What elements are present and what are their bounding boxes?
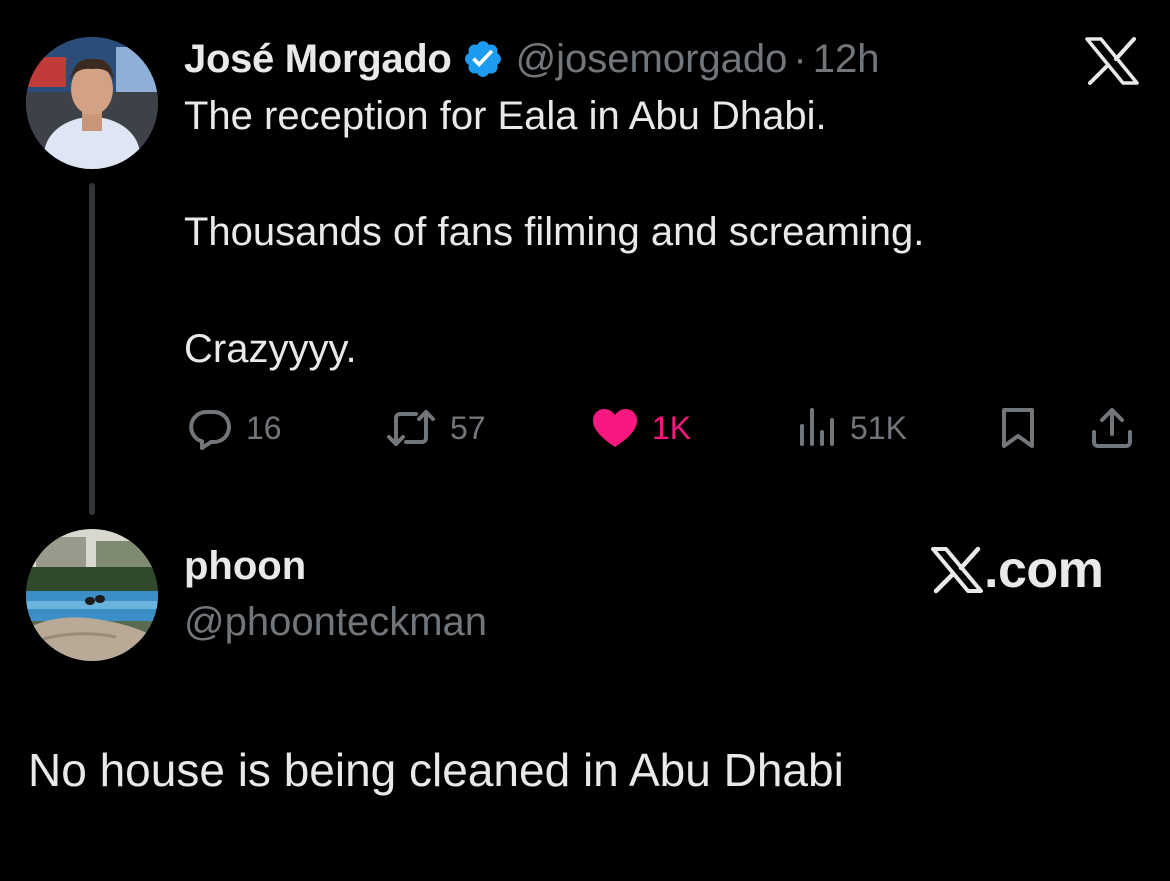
bookmark-icon (998, 404, 1038, 452)
retweet-button[interactable]: 57 (384, 404, 486, 452)
share-button[interactable] (1088, 404, 1136, 452)
verified-badge-icon (462, 38, 504, 80)
author-avatar-image (26, 37, 158, 169)
tweet-text-line: The reception for Eala in Abu Dhabi. (184, 94, 827, 138)
retweet-icon (384, 404, 438, 452)
brand-domain-text: .com (984, 541, 1104, 599)
thread-connector-line (89, 183, 95, 515)
reply-author-avatar-image (26, 529, 158, 661)
tweet-header: José Morgado @josemorgado · 12h (184, 34, 880, 84)
reply-icon (186, 404, 234, 452)
bookmark-button[interactable] (998, 404, 1038, 452)
tweet-timestamp[interactable]: 12h (813, 37, 880, 82)
like-count: 1K (652, 409, 692, 446)
reply-author-name[interactable]: phoon (184, 544, 306, 589)
reply-text: No house is being cleaned in Abu Dhabi (28, 744, 844, 796)
tweet-text-line: Crazyyyy. (184, 327, 357, 371)
reply-author-handle[interactable]: @phoonteckman (184, 600, 487, 645)
heart-icon (590, 404, 640, 452)
x-logo-icon (1084, 36, 1140, 86)
reply-author-avatar[interactable] (26, 529, 158, 661)
views-button[interactable]: 51K (796, 404, 907, 452)
views-count: 51K (850, 409, 907, 446)
author-name[interactable]: José Morgado (184, 37, 452, 82)
reply-button[interactable]: 16 (186, 404, 282, 452)
tweet-text-line: Thousands of fans filming and screaming. (184, 210, 925, 254)
views-icon (796, 404, 838, 452)
retweet-count: 57 (450, 409, 486, 446)
author-avatar[interactable] (26, 37, 158, 169)
x-com-brand: .com (930, 540, 1104, 600)
share-icon (1088, 404, 1136, 452)
reply-count: 16 (246, 409, 282, 446)
separator-dot: · (793, 36, 807, 81)
like-button[interactable]: 1K (590, 404, 691, 452)
author-handle[interactable]: @josemorgado (516, 37, 788, 82)
x-logo-icon (930, 546, 984, 594)
